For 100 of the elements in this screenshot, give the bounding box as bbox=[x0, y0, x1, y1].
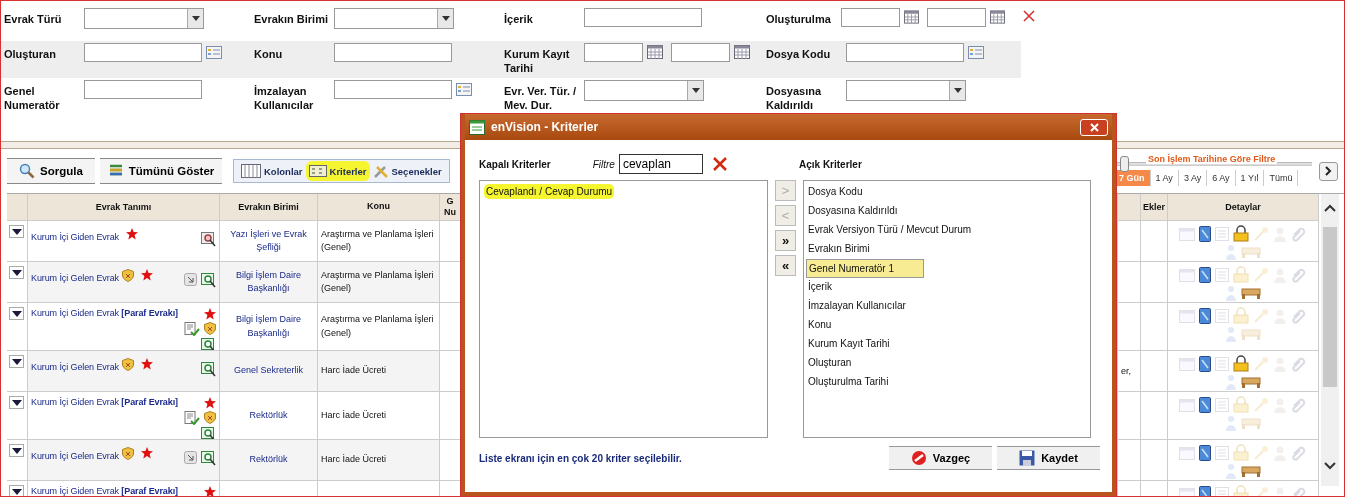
filter-label: Filtre bbox=[592, 158, 615, 170]
toolbar-button[interactable]: Tümünü Göster bbox=[100, 158, 222, 184]
lock-icon[interactable] bbox=[1233, 355, 1249, 372]
paperclip-icon[interactable] bbox=[1291, 444, 1307, 461]
lock-icon[interactable] bbox=[1233, 225, 1249, 242]
date-field[interactable] bbox=[841, 8, 900, 27]
caret-icon bbox=[953, 87, 962, 93]
list-item[interactable]: Evrak Versiyon Türü / Mevcut Durum bbox=[806, 221, 1088, 240]
dropdown-field[interactable] bbox=[84, 8, 204, 29]
document-link[interactable]: Kurum İçi Giden Evrak [Paraf Evrakı] bbox=[31, 397, 178, 407]
expand-button[interactable] bbox=[9, 355, 24, 368]
list-picker-icon[interactable] bbox=[968, 46, 984, 59]
paperclip-icon[interactable] bbox=[1291, 396, 1307, 413]
input-field[interactable] bbox=[584, 8, 702, 27]
document-link[interactable]: Kurum İçi Giden Evrak [Paraf Evrakı] bbox=[31, 486, 178, 496]
calendar-icon[interactable] bbox=[734, 45, 750, 59]
list-item[interactable]: Dosyasına Kaldırıldı bbox=[806, 202, 1088, 221]
toolbar-item[interactable]: Kolonlar bbox=[238, 161, 306, 181]
forward-icon[interactable] bbox=[184, 451, 197, 464]
date-field[interactable] bbox=[584, 43, 643, 62]
chevron-down-icon[interactable] bbox=[1324, 462, 1336, 470]
list-item[interactable]: İmzalayan Kullanıcılar bbox=[806, 297, 1088, 316]
document-link[interactable]: Kurum İçi Giden Evrak [Paraf Evrakı] bbox=[31, 308, 178, 318]
document-link[interactable]: Kurum İçi Gelen Evrak bbox=[31, 445, 119, 461]
cancel-button[interactable]: Vazgeç bbox=[889, 446, 992, 470]
list-picker-icon[interactable] bbox=[456, 82, 472, 96]
toolbar-item[interactable]: Kriterler bbox=[305, 161, 370, 181]
list-item[interactable]: Kurum Kayıt Tarihi bbox=[806, 335, 1088, 354]
filter-label: Son İşlem Tarihine Göre Filtre bbox=[1146, 154, 1278, 164]
cancel-icon bbox=[910, 450, 927, 466]
list-item[interactable]: Dosya Kodu bbox=[806, 183, 1088, 202]
caret-icon bbox=[691, 87, 700, 93]
preview-icon[interactable] bbox=[201, 362, 216, 377]
expand-button[interactable] bbox=[9, 396, 24, 409]
chevron-up-icon[interactable] bbox=[1324, 204, 1336, 212]
dropdown-field[interactable] bbox=[846, 79, 966, 101]
document-link[interactable]: Kurum İçi Gelen Evrak bbox=[31, 267, 119, 283]
input-field[interactable] bbox=[84, 43, 202, 62]
preview-icon[interactable] bbox=[201, 451, 216, 466]
close-button[interactable] bbox=[1080, 118, 1108, 136]
document-icon[interactable] bbox=[1199, 396, 1211, 413]
list-picker-icon[interactable] bbox=[206, 46, 222, 59]
list-item[interactable]: Genel Numeratör 1 bbox=[806, 259, 924, 278]
forward-icon[interactable] bbox=[184, 273, 197, 286]
unit-link[interactable]: Bilgi İşlem Daire Başkanlığı bbox=[223, 313, 314, 340]
document-icon[interactable] bbox=[1199, 225, 1211, 242]
preview-icon[interactable] bbox=[201, 232, 216, 247]
list-item[interactable]: Oluşturan bbox=[806, 354, 1088, 373]
close-icon[interactable] bbox=[1023, 10, 1035, 22]
dropdown-field[interactable] bbox=[584, 79, 704, 101]
calendar-icon[interactable] bbox=[647, 45, 663, 59]
sofa-icon[interactable] bbox=[1241, 287, 1261, 299]
input-field[interactable] bbox=[334, 79, 452, 99]
document-link[interactable]: Kurum İçi Gelen Evrak bbox=[31, 356, 119, 372]
expand-button[interactable] bbox=[9, 444, 24, 457]
document-icon[interactable] bbox=[1199, 266, 1211, 283]
unit-link[interactable]: Rektörlük bbox=[249, 408, 288, 423]
filter-field[interactable]: cevaplan bbox=[618, 154, 703, 174]
expand-button[interactable] bbox=[9, 266, 24, 279]
list-item[interactable]: Oluşturulma Tarihi bbox=[806, 373, 1088, 392]
toolbar-item[interactable]: Seçenekler bbox=[369, 161, 445, 181]
list-item[interactable]: Konu bbox=[806, 316, 1088, 335]
list-item[interactable]: İçerik bbox=[806, 278, 1088, 297]
document-icon[interactable] bbox=[1199, 444, 1211, 461]
chevron-right-icon bbox=[1325, 166, 1332, 176]
sofa-icon[interactable] bbox=[1241, 376, 1261, 388]
toolbar-button[interactable]: Sorgula bbox=[7, 158, 95, 184]
date-field[interactable] bbox=[927, 8, 986, 27]
expand-button[interactable] bbox=[9, 225, 24, 238]
paperclip-icon[interactable] bbox=[1291, 355, 1307, 372]
input-field[interactable] bbox=[846, 43, 964, 62]
document-icon[interactable] bbox=[1199, 355, 1211, 372]
caret-icon bbox=[11, 310, 22, 317]
field-label: Oluşturan bbox=[3, 47, 57, 62]
expand-button[interactable] bbox=[9, 485, 24, 496]
sofa-icon[interactable] bbox=[1241, 465, 1261, 477]
list-item[interactable]: Evrakın Birimi bbox=[806, 240, 1088, 259]
document-link[interactable]: Kurum İçi Giden Evrak bbox=[31, 226, 119, 242]
paperclip-icon[interactable] bbox=[1291, 266, 1307, 283]
next-button[interactable] bbox=[1319, 161, 1338, 181]
paperclip-icon[interactable] bbox=[1291, 225, 1307, 242]
preview-icon[interactable] bbox=[201, 273, 216, 288]
save-button[interactable]: Kaydet bbox=[997, 446, 1100, 470]
document-icon[interactable] bbox=[1199, 307, 1211, 324]
move-button[interactable]: » bbox=[775, 230, 796, 251]
input-field[interactable] bbox=[334, 43, 452, 62]
clear-icon[interactable] bbox=[712, 157, 727, 171]
list-heading: Açık Kriterler bbox=[799, 158, 862, 170]
dropdown-field[interactable] bbox=[334, 8, 454, 29]
unit-link[interactable]: Rektörlük bbox=[249, 453, 288, 467]
date-field[interactable] bbox=[671, 43, 730, 62]
calendar-icon[interactable] bbox=[904, 10, 919, 24]
field-label: Genel Numeratör bbox=[3, 83, 61, 113]
move-button[interactable]: « bbox=[775, 255, 796, 276]
expand-button[interactable] bbox=[9, 307, 24, 320]
paperclip-icon[interactable] bbox=[1291, 307, 1307, 324]
list-item[interactable]: Cevaplandı / Cevap Durumu bbox=[482, 183, 765, 202]
input-field[interactable] bbox=[84, 79, 202, 99]
calendar-icon[interactable] bbox=[990, 10, 1005, 24]
unit-link[interactable]: Yazı İşleri ve Evrak Şefliği bbox=[223, 227, 314, 255]
